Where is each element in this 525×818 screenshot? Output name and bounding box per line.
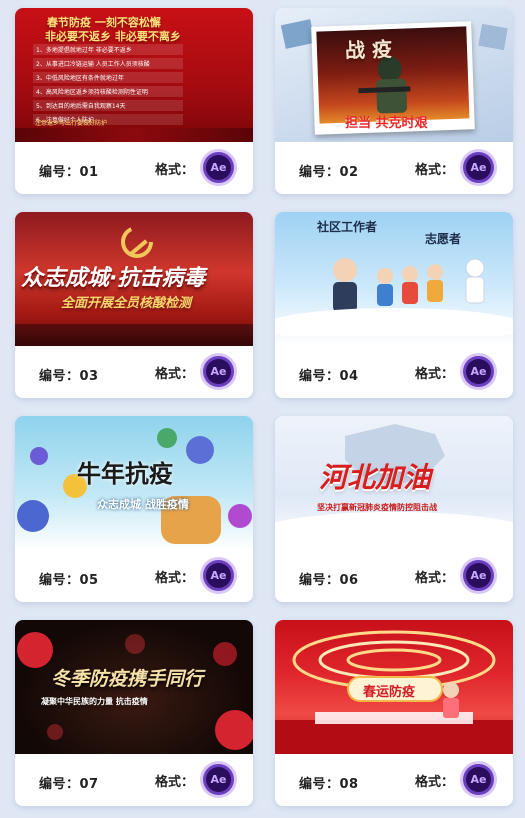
thumbnail-07[interactable]: 冬季防疫携手同行 凝聚中华民族的力量 抗击疫情 [15, 620, 253, 754]
template-card-07[interactable]: 冬季防疫携手同行 凝聚中华民族的力量 抗击疫情 编号：07 格式： Ae [15, 620, 253, 806]
thumb-01-list: 1、多地提倡就地过年 非必要不返乡 2、从事进口冷链运输 人员工作人员须核酸 3… [33, 44, 183, 128]
thumb-01-banner [15, 128, 253, 142]
template-number: 编号：03 [39, 369, 99, 384]
thumb-01-list-item: 1、多地提倡就地过年 非必要不返乡 [33, 44, 183, 55]
card-footer: 编号：06 格式： Ae [275, 550, 513, 602]
template-card-06[interactable]: 河北加油 坚决打赢新冠肺炎疫情防控阻击战 编号：06 格式： Ae [275, 416, 513, 602]
template-number: 编号：05 [39, 573, 99, 588]
template-number: 编号：06 [299, 573, 359, 588]
thumbnail-03[interactable]: 众志成城·抗击病毒 全面开展全员核酸检测 [15, 212, 253, 346]
thumbnail-02[interactable]: 战 疫 担当 共克时艰 [275, 8, 513, 142]
format-label: 格式： [415, 163, 455, 178]
thumbnail-04[interactable]: 社区工作者 志愿者 [275, 212, 513, 346]
after-effects-icon[interactable]: Ae [203, 560, 234, 591]
template-number: 编号：04 [299, 369, 359, 384]
template-card-03[interactable]: 众志成城·抗击病毒 全面开展全员核酸检测 编号：03 格式： Ae [15, 212, 253, 398]
thumb-04-title-a: 社区工作者 [317, 220, 378, 234]
photo-frame-decor [280, 19, 316, 49]
template-number: 编号：08 [299, 777, 359, 792]
template-card-08[interactable]: 春运防疫 编号：08 格式： Ae [275, 620, 513, 806]
thumb-06-subtitle: 坚决打赢新冠肺炎疫情防控阻击战 [317, 503, 437, 512]
card-footer: 编号：08 格式： Ae [275, 754, 513, 806]
thumb-01-list-item: 3、中低风险地区有条件就地过年 [33, 72, 183, 83]
card-footer: 编号：03 格式： Ae [15, 346, 253, 398]
format-label: 格式： [155, 367, 195, 382]
template-number: 编号：07 [39, 777, 99, 792]
after-effects-icon[interactable]: Ae [463, 356, 494, 387]
template-card-01[interactable]: 春节防疫 一刻不容松懈 非必要不返乡 非必要不离乡 1、多地提倡就地过年 非必要… [15, 8, 253, 194]
thumb-02-title: 战 疫 [344, 37, 393, 63]
after-effects-icon[interactable]: Ae [463, 152, 494, 183]
template-number: 编号：02 [299, 165, 359, 180]
thumbnail-06[interactable]: 河北加油 坚决打赢新冠肺炎疫情防控阻击战 [275, 416, 513, 550]
template-number: 编号：01 [39, 165, 99, 180]
card-footer: 编号：05 格式： Ae [15, 550, 253, 602]
thumb-01-list-item: 4、高风险地区返乡须持核酸检测阴性证明 [33, 86, 183, 97]
thumb-04-title-b: 志愿者 [425, 232, 462, 246]
template-grid: 春节防疫 一刻不容松懈 非必要不返乡 非必要不离乡 1、多地提倡就地过年 非必要… [0, 0, 525, 818]
card-footer: 编号：02 格式： Ae [275, 142, 513, 194]
photo-content: 战 疫 [316, 26, 470, 124]
thumb-03-title: 众志成城·抗击病毒 [21, 266, 206, 291]
format-label: 格式： [415, 571, 455, 586]
after-effects-icon[interactable]: Ae [463, 560, 494, 591]
thumb-08-title-badge: 春运防疫 [349, 678, 441, 700]
thumb-01-title-line2: 非必要不返乡 非必要不离乡 [45, 30, 181, 43]
hammer-sickle-icon [121, 226, 153, 258]
thumb-02-subtitle: 担当 共克时艰 [345, 116, 428, 131]
thumb-01-notice: 注意返乡与出行要做好防护 [35, 120, 108, 127]
thumbnail-05[interactable]: 牛年抗疫 众志成城 战胜疫情 [15, 416, 253, 550]
format-label: 格式： [155, 571, 195, 586]
photo-frame-decor [478, 23, 508, 51]
thumbnail-01[interactable]: 春节防疫 一刻不容松懈 非必要不返乡 非必要不离乡 1、多地提倡就地过年 非必要… [15, 8, 253, 142]
soldier-silhouette-icon [358, 56, 411, 114]
thumb-06-title: 河北加油 [319, 461, 432, 494]
thumb-05-subtitle: 众志成城 战胜疫情 [97, 498, 189, 511]
format-label: 格式： [155, 163, 195, 178]
thumb-08-title: 春运防疫 [363, 685, 416, 700]
thumb-07-subtitle: 凝聚中华民族的力量 抗击疫情 [41, 697, 148, 706]
city-skyline [15, 324, 253, 346]
after-effects-icon[interactable]: Ae [463, 764, 494, 795]
after-effects-icon[interactable]: Ae [203, 764, 234, 795]
after-effects-icon[interactable]: Ae [203, 356, 234, 387]
format-label: 格式： [415, 775, 455, 790]
thumbnail-08[interactable]: 春运防疫 [275, 620, 513, 754]
template-card-05[interactable]: 牛年抗疫 众志成城 战胜疫情 编号：05 格式： Ae [15, 416, 253, 602]
card-footer: 编号：07 格式： Ae [15, 754, 253, 806]
template-card-02[interactable]: 战 疫 担当 共克时艰 编号：02 格式： Ae [275, 8, 513, 194]
format-label: 格式： [155, 775, 195, 790]
card-footer: 编号：01 格式： Ae [15, 142, 253, 194]
after-effects-icon[interactable]: Ae [203, 152, 234, 183]
template-card-04[interactable]: 社区工作者 志愿者 编号：04 格式： Ae [275, 212, 513, 398]
card-footer: 编号：04 格式： Ae [275, 346, 513, 398]
workers-group-icon [275, 258, 513, 336]
thumb-03-subtitle: 全面开展全员核酸检测 [61, 296, 192, 311]
thumb-01-list-item: 5、到达目的地后需自我观察14天 [33, 100, 183, 111]
format-label: 格式： [415, 367, 455, 382]
thumb-05-title: 牛年抗疫 [77, 460, 173, 488]
thumb-01-list-item: 2、从事进口冷链运输 人员工作人员须核酸 [33, 58, 183, 69]
thumb-07-title: 冬季防疫携手同行 [51, 668, 204, 690]
